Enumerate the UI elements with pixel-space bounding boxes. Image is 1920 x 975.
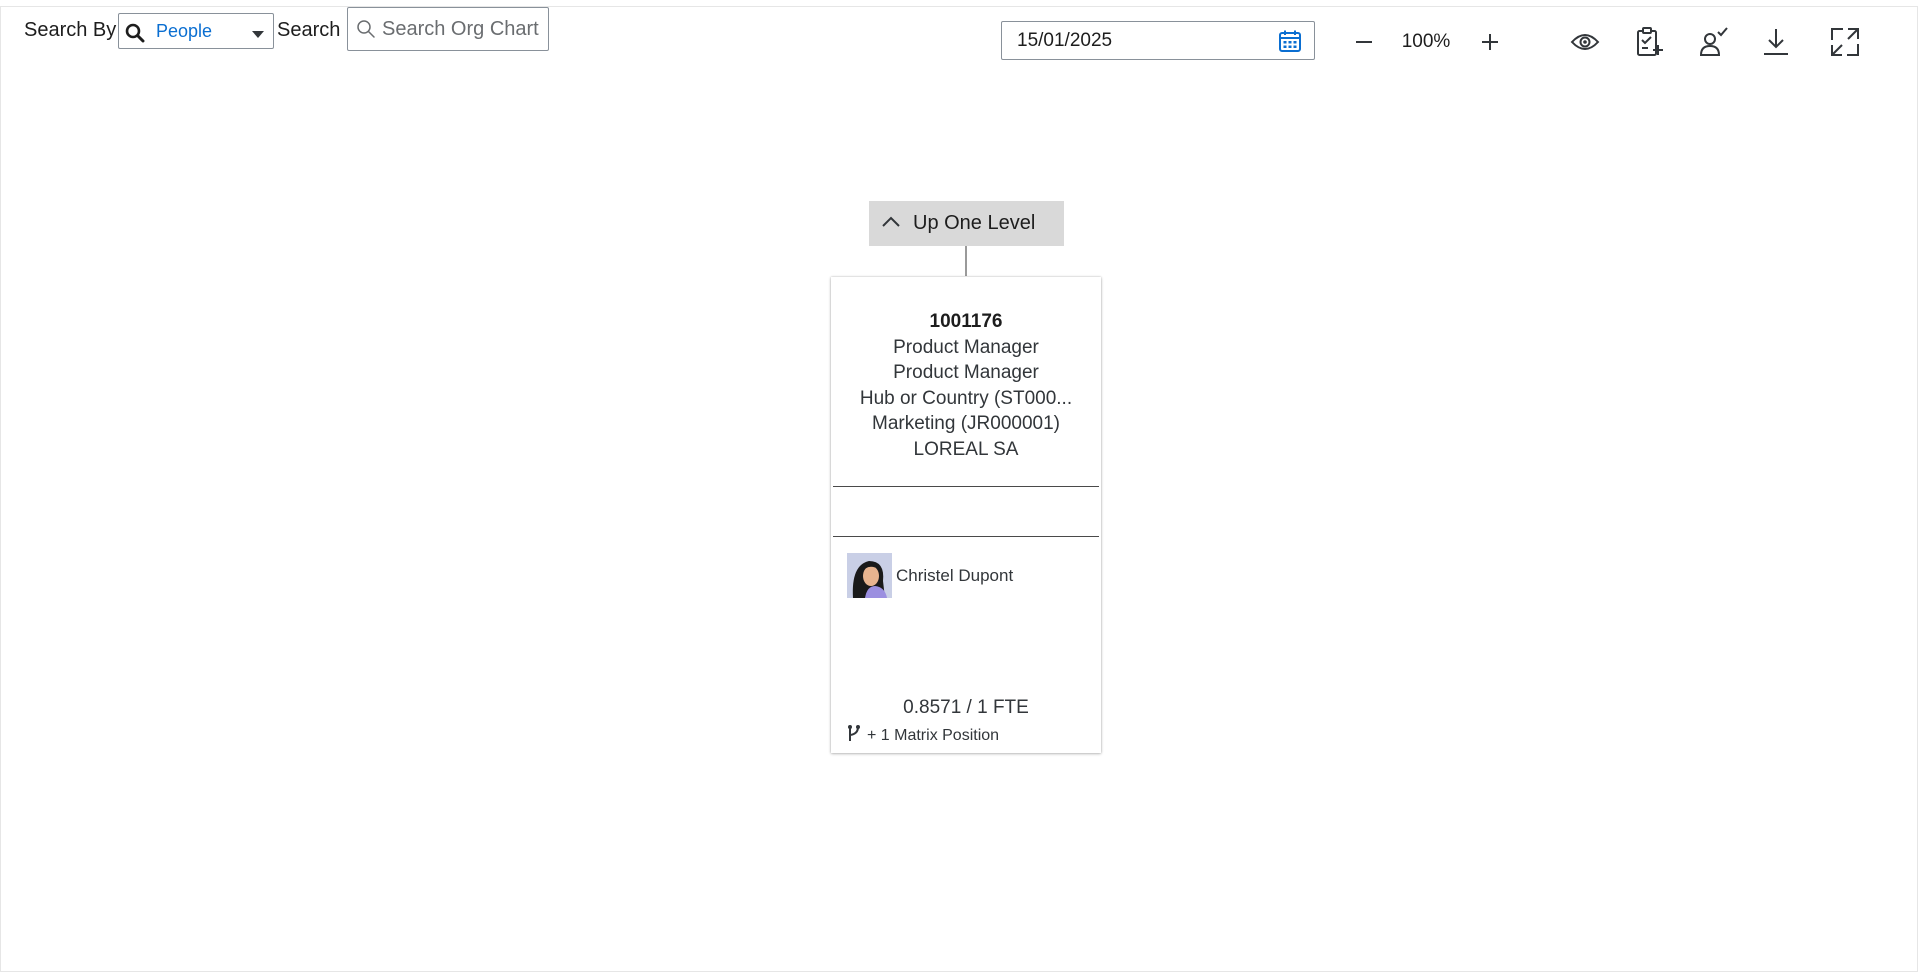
card-divider xyxy=(833,486,1099,487)
up-one-level-label: Up One Level xyxy=(913,212,1036,234)
chevron-up-icon xyxy=(881,215,901,233)
search-by-value: People xyxy=(156,21,213,41)
view-button[interactable] xyxy=(1565,22,1605,62)
search-label: Search xyxy=(277,19,341,41)
matrix-position-label: + 1 Matrix Position xyxy=(867,726,1000,744)
clipboard-add-icon xyxy=(1637,27,1663,56)
zoom-out-button[interactable] xyxy=(1344,22,1384,62)
search-by-select[interactable]: People xyxy=(118,13,274,49)
branch-icon xyxy=(847,724,861,747)
fullscreen-button[interactable] xyxy=(1825,22,1865,62)
add-clipboard-button[interactable] xyxy=(1630,22,1670,62)
plus-icon xyxy=(1482,34,1498,50)
magnifier-icon xyxy=(356,19,376,44)
zoom-level: 100% xyxy=(1401,31,1451,52)
position-card[interactable]: 1001176 Product Manager Product Manager … xyxy=(831,277,1101,753)
eye-icon xyxy=(1570,34,1600,50)
department: Marketing (JR000001) xyxy=(872,413,1060,434)
assign-person-button[interactable] xyxy=(1694,22,1734,62)
business-unit: Hub or Country (ST000... xyxy=(859,387,1073,409)
date-picker[interactable]: 15/01/2025 xyxy=(1001,21,1315,60)
position-id: 1001176 xyxy=(929,311,1003,332)
position-title: Product Manager xyxy=(893,336,1039,358)
matrix-position-link[interactable]: + 1 Matrix Position xyxy=(847,724,999,747)
download-button[interactable] xyxy=(1756,22,1796,62)
search-input[interactable] xyxy=(382,16,544,42)
minus-icon xyxy=(1356,41,1372,43)
avatar xyxy=(847,553,892,598)
company: LOREAL SA xyxy=(913,438,1019,460)
fte-value: 0.8571 / 1 FTE xyxy=(903,697,1029,718)
up-one-level-button[interactable]: Up One Level xyxy=(869,201,1064,246)
search-field[interactable] xyxy=(347,7,549,51)
card-divider xyxy=(833,536,1099,537)
expand-icon xyxy=(1831,28,1859,56)
search-icon xyxy=(125,23,147,48)
toolbar: Search By People Search 15/01/2025 xyxy=(0,0,1920,60)
incumbent[interactable]: Christel Dupont xyxy=(847,553,1013,598)
position-details: 1001176 Product Manager Product Manager … xyxy=(831,309,1101,462)
download-icon xyxy=(1764,29,1788,55)
job-title: Product Manager xyxy=(893,362,1039,383)
incumbent-name: Christel Dupont xyxy=(896,565,1014,585)
search-by-label: Search By xyxy=(24,19,117,41)
calendar-icon[interactable] xyxy=(1278,29,1302,58)
person-check-icon xyxy=(1699,27,1728,56)
caret-down-icon xyxy=(252,31,264,38)
date-value: 15/01/2025 xyxy=(1017,30,1113,51)
zoom-in-button[interactable] xyxy=(1470,22,1510,62)
org-connector-line xyxy=(965,246,967,276)
